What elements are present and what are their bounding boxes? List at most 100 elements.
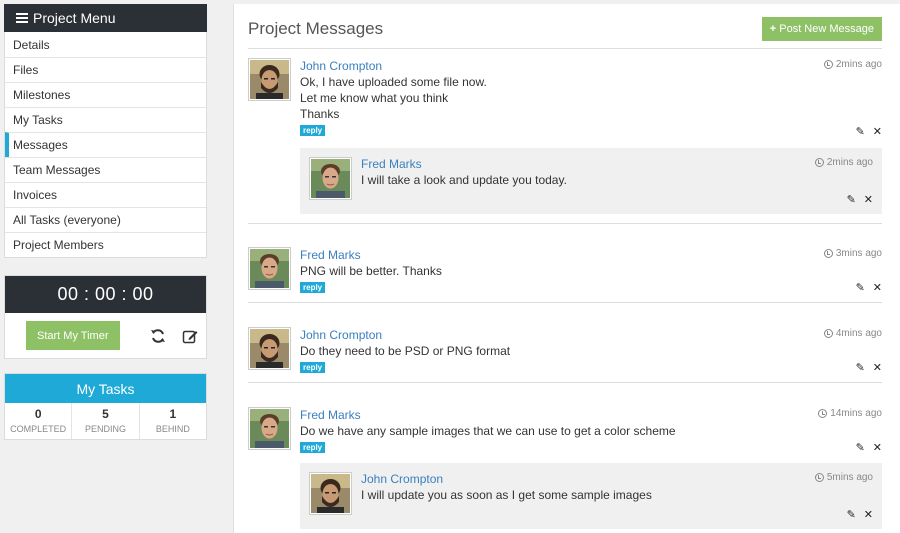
stat-label: BEHIND xyxy=(155,424,190,434)
message-text: PNG will be better. Thanks xyxy=(300,264,442,278)
stat-behind: 1 BEHIND xyxy=(138,403,206,439)
timer-widget: 00 : 00 : 00 Start My Timer xyxy=(4,275,207,359)
timer-actions: Start My Timer xyxy=(5,313,206,358)
stat-label: PENDING xyxy=(84,424,126,434)
message-actions: ✎ ✕ xyxy=(856,361,882,374)
edit-icon[interactable]: ✎ xyxy=(856,281,865,294)
messages-panel: Project Messages + Post New Message John… xyxy=(233,4,900,533)
clock-icon xyxy=(823,60,833,69)
edit-icon[interactable]: ✎ xyxy=(856,361,865,374)
edit-icon[interactable]: ✎ xyxy=(847,508,856,521)
message-actions: ✎ ✕ xyxy=(847,508,873,521)
reply-button[interactable]: reply xyxy=(300,282,326,293)
message-text: I will take a look and update you today. xyxy=(361,173,567,187)
delete-icon[interactable]: ✕ xyxy=(864,508,873,521)
project-menu-header: Project Menu xyxy=(4,4,207,32)
start-timer-button[interactable]: Start My Timer xyxy=(26,321,120,350)
clock-icon xyxy=(818,409,828,418)
message-text: Ok, I have uploaded some file now. xyxy=(300,75,487,89)
list-icon xyxy=(16,13,28,23)
panel-header: Project Messages + Post New Message xyxy=(248,16,882,49)
divider xyxy=(248,302,882,303)
message-time: 14mins ago xyxy=(818,408,882,419)
delete-icon[interactable]: ✕ xyxy=(873,281,882,294)
menu-item-team-messages[interactable]: Team Messages xyxy=(5,157,206,182)
message-body: Fred Marks 3mins ago PNG will be better.… xyxy=(300,247,882,294)
message-text: Let me know what you think xyxy=(300,91,449,105)
message-text: Thanks xyxy=(300,107,340,121)
menu-item-details[interactable]: Details xyxy=(5,32,206,57)
clock-icon xyxy=(814,473,824,482)
edit-icon[interactable]: ✎ xyxy=(847,193,856,206)
reply-button[interactable]: reply xyxy=(300,125,326,136)
menu-item-invoices[interactable]: Invoices xyxy=(5,182,206,207)
message-text: Do we have any sample images that we can… xyxy=(300,424,676,438)
delete-icon[interactable]: ✕ xyxy=(873,361,882,374)
stat-value: 5 xyxy=(102,407,109,421)
stat-value: 1 xyxy=(169,407,177,421)
clock-icon xyxy=(814,158,824,167)
message-text: Do they need to be PSD or PNG format xyxy=(300,344,511,358)
message-author[interactable]: Fred Marks xyxy=(300,407,882,423)
stat-value: 0 xyxy=(34,407,42,421)
edit-icon[interactable]: ✎ xyxy=(856,441,865,454)
avatar xyxy=(248,58,291,101)
message-actions: ✎ ✕ xyxy=(847,193,873,206)
project-menu: Details Files Milestones My Tasks Messag… xyxy=(4,32,207,258)
stat-completed: 0 COMPLETED xyxy=(5,403,71,439)
stat-pending: 5 PENDING xyxy=(71,403,138,439)
menu-item-project-members[interactable]: Project Members xyxy=(5,232,206,257)
message-actions: ✎ ✕ xyxy=(856,125,882,138)
message-body: John Crompton 2mins ago Ok, I have uploa… xyxy=(300,58,882,138)
message-author[interactable]: Fred Marks xyxy=(361,156,873,172)
message-body: John Crompton 5mins ago I will update yo… xyxy=(361,471,873,521)
divider xyxy=(248,382,882,383)
plus-icon: + xyxy=(769,23,777,35)
reply-button[interactable]: reply xyxy=(300,442,326,453)
message-text: I will update you as soon as I get some … xyxy=(361,488,652,502)
menu-item-files[interactable]: Files xyxy=(5,57,206,82)
avatar xyxy=(248,407,291,450)
menu-item-messages[interactable]: Messages xyxy=(5,132,206,157)
avatar xyxy=(309,472,352,515)
reply-button[interactable]: reply xyxy=(300,362,326,373)
message-body: Fred Marks 14mins ago Do we have any sam… xyxy=(300,407,882,454)
my-tasks-title[interactable]: My Tasks xyxy=(5,374,206,403)
avatar xyxy=(248,247,291,290)
sidebar: Project Menu Details Files Milestones My… xyxy=(4,4,207,440)
menu-item-milestones[interactable]: Milestones xyxy=(5,82,206,107)
message-body: Fred Marks 2mins ago I will take a look … xyxy=(361,156,873,206)
message-author[interactable]: John Crompton xyxy=(300,58,882,74)
edit-icon[interactable]: ✎ xyxy=(856,125,865,138)
divider xyxy=(248,223,882,224)
stat-label: COMPLETED xyxy=(10,424,67,434)
avatar xyxy=(309,157,352,200)
message-time: 3mins ago xyxy=(823,248,882,259)
delete-icon[interactable]: ✕ xyxy=(864,193,873,206)
post-button-label: Post New Message xyxy=(779,23,874,35)
my-tasks-widget: My Tasks 0 COMPLETED 5 PENDING 1 BEHIND xyxy=(4,373,207,440)
post-new-message-button[interactable]: + Post New Message xyxy=(761,17,882,41)
delete-icon[interactable]: ✕ xyxy=(873,441,882,454)
message-author[interactable]: Fred Marks xyxy=(300,247,882,263)
message-time: 5mins ago xyxy=(814,472,873,483)
page-title: Project Messages xyxy=(248,19,384,38)
message-item: Fred Marks 3mins ago PNG will be better.… xyxy=(248,247,882,297)
menu-item-all-tasks[interactable]: All Tasks (everyone) xyxy=(5,207,206,232)
message-actions: ✎ ✕ xyxy=(856,281,882,294)
task-stats: 0 COMPLETED 5 PENDING 1 BEHIND xyxy=(5,403,206,439)
message-author[interactable]: John Crompton xyxy=(300,327,882,343)
message-time: 2mins ago xyxy=(823,59,882,70)
message-item: John Crompton 4mins ago Do they need to … xyxy=(248,327,882,377)
message-actions: ✎ ✕ xyxy=(856,441,882,454)
message-time: 4mins ago xyxy=(823,328,882,339)
message-item: Fred Marks 14mins ago Do we have any sam… xyxy=(248,407,882,457)
delete-icon[interactable]: ✕ xyxy=(873,125,882,138)
menu-item-my-tasks[interactable]: My Tasks xyxy=(5,107,206,132)
menu-title: Project Menu xyxy=(33,10,116,26)
message-author[interactable]: John Crompton xyxy=(361,471,873,487)
edit-icon[interactable] xyxy=(182,328,198,344)
clock-icon xyxy=(823,249,833,258)
refresh-icon[interactable] xyxy=(150,328,166,344)
message-item: John Crompton 2mins ago Ok, I have uploa… xyxy=(248,58,882,138)
